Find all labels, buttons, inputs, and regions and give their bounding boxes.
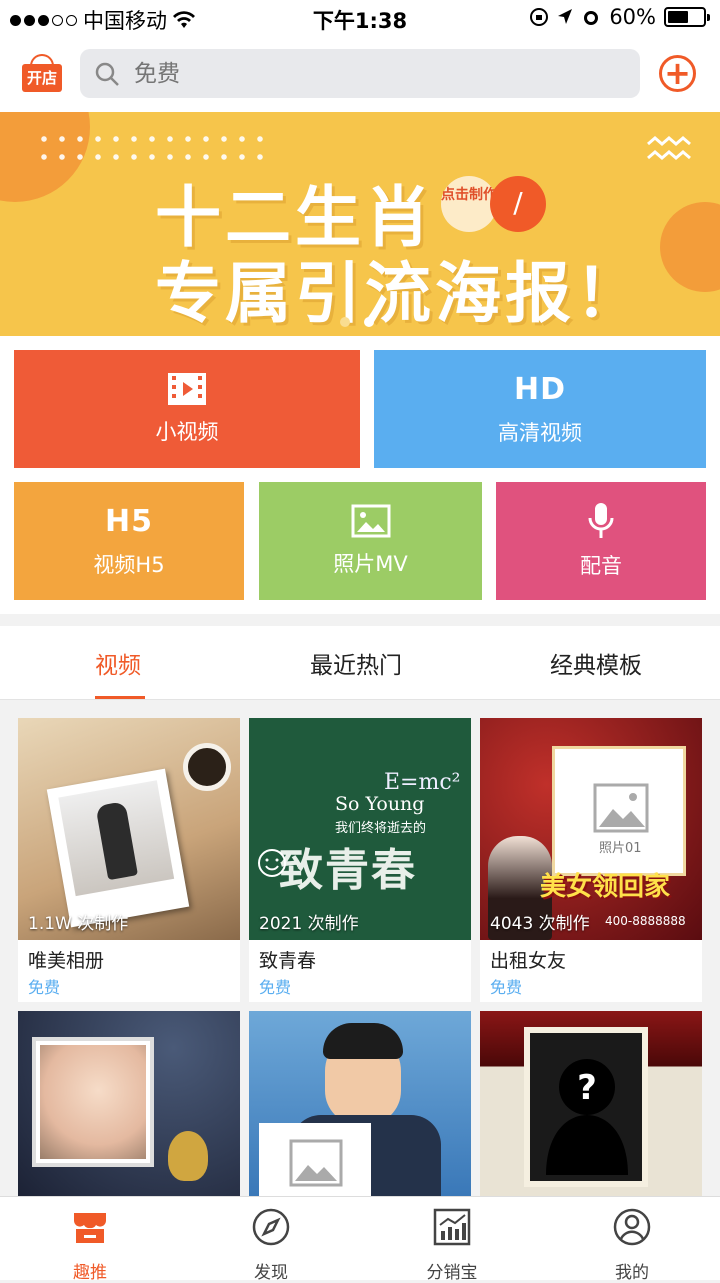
- open-shop-button[interactable]: 开店: [22, 54, 62, 92]
- tab-classic-templates[interactable]: 经典模板: [550, 646, 642, 680]
- tabbar-item-qutui[interactable]: 趣推: [40, 1207, 140, 1283]
- tabbar-item-mine[interactable]: 我的: [582, 1207, 682, 1283]
- slash-icon: /: [490, 176, 546, 232]
- feature-tiles: 小视频 HD 高清视频 H5 视频H5 照片MV 配音: [0, 336, 720, 614]
- banner-pagination: [340, 317, 374, 327]
- chart-icon: [433, 1208, 471, 1246]
- card-price: 免费: [28, 978, 61, 997]
- alarm-icon: [584, 11, 599, 25]
- tabbar-label: 发现: [254, 1263, 288, 1283]
- tile-video-h5[interactable]: H5 视频H5: [14, 482, 244, 600]
- page-dot-active: [364, 317, 374, 327]
- card-thumbnail: E=mc² So Young 我们终将逝去的 致青春 2021 次制作: [249, 718, 471, 940]
- usage-count: 2021 次制作: [259, 914, 359, 934]
- search-icon: [95, 62, 119, 86]
- tabbar-label: 我的: [615, 1263, 649, 1283]
- hd-icon: HD: [513, 371, 566, 407]
- photo-label: 照片01: [599, 841, 642, 856]
- film-icon: [168, 373, 206, 405]
- art-phone: 400-8888888: [605, 914, 686, 928]
- rotation-lock-icon: [530, 8, 549, 26]
- tile-hd-video[interactable]: HD 高清视频: [374, 350, 706, 468]
- tile-short-video[interactable]: 小视频: [14, 350, 360, 468]
- tab-video[interactable]: 视频: [95, 646, 141, 680]
- tile-label: 照片MV: [333, 552, 408, 576]
- tile-label: 高清视频: [498, 420, 582, 445]
- user-icon: [613, 1208, 651, 1246]
- promo-banner[interactable]: 十二生肖 专属引流海报！ 点击制作 /: [0, 112, 720, 336]
- template-card[interactable]: [18, 1011, 240, 1196]
- image-placeholder-icon: [289, 1139, 343, 1187]
- banner-subheadline: 专属引流海报！: [155, 255, 645, 332]
- tile-label: 视频H5: [93, 552, 165, 577]
- bottom-tab-bar: 趣推 发现 分销宝 我的: [0, 1196, 720, 1283]
- tile-photo-mv[interactable]: 照片MV: [259, 482, 482, 600]
- tab-indicator: [95, 696, 145, 699]
- tabbar-label: 趣推: [73, 1263, 107, 1283]
- add-button[interactable]: +: [659, 55, 696, 92]
- smiley-icon: [258, 849, 286, 877]
- tabbar-item-discover[interactable]: 发现: [221, 1207, 321, 1283]
- template-card[interactable]: [249, 1011, 471, 1196]
- tabbar-item-distribution[interactable]: 分销宝: [402, 1207, 502, 1283]
- category-tabs: 视频 最近热门 经典模板: [0, 626, 720, 700]
- wave-icon: [647, 136, 691, 160]
- battery-icon: [664, 7, 710, 27]
- usage-count: 1.1W 次制作: [28, 914, 129, 934]
- status-bar: 中国移动 下午1:38 60%: [0, 0, 720, 36]
- card-price: 免费: [259, 978, 292, 997]
- card-title: 唯美相册: [28, 950, 105, 972]
- h5-icon: H5: [105, 503, 153, 539]
- unknown-person-icon: ?: [546, 1059, 628, 1175]
- card-title: 致青春: [259, 950, 317, 972]
- location-icon: [558, 9, 573, 24]
- art-title: 致青春: [279, 845, 417, 896]
- card-title: 出租女友: [490, 950, 567, 972]
- svg-text:?: ?: [577, 1068, 597, 1108]
- template-card[interactable]: ?: [480, 1011, 702, 1196]
- store-icon: [74, 1213, 106, 1243]
- card-price: 免费: [490, 978, 523, 997]
- compass-icon: [252, 1208, 290, 1246]
- art-formula: E=mc²: [384, 770, 461, 795]
- template-card[interactable]: E=mc² So Young 我们终将逝去的 致青春 2021 次制作 致青春 …: [249, 718, 471, 1002]
- art-title-en: So Young: [335, 793, 425, 815]
- battery-percent: 60%: [609, 5, 656, 29]
- microphone-icon: [588, 503, 614, 538]
- banner-cta-badge: 点击制作: [441, 176, 497, 232]
- art-slogan: 美女领回家: [540, 872, 671, 902]
- banner-decor-circle: [660, 202, 720, 292]
- tabbar-label: 分销宝: [426, 1263, 478, 1283]
- usage-count: 4043 次制作: [490, 914, 590, 934]
- tile-label: 小视频: [155, 420, 219, 444]
- tile-dubbing[interactable]: 配音: [496, 482, 706, 600]
- top-header: 开店 +: [0, 36, 720, 112]
- card-thumbnail: 照片01 美女领回家 400-8888888 4043 次制作: [480, 718, 702, 940]
- template-card[interactable]: 照片01 美女领回家 400-8888888 4043 次制作 出租女友 免费: [480, 718, 702, 1002]
- page-dot: [340, 317, 350, 327]
- search-input[interactable]: [132, 59, 612, 88]
- tab-recent-hot[interactable]: 最近热门: [310, 646, 402, 680]
- open-shop-label: 开店: [22, 64, 62, 92]
- card-thumbnail: 1.1W 次制作: [18, 718, 240, 940]
- search-bar[interactable]: [80, 49, 640, 98]
- image-placeholder-icon: [593, 783, 649, 833]
- tile-label: 配音: [580, 554, 622, 578]
- template-card[interactable]: 1.1W 次制作 唯美相册 免费: [18, 718, 240, 1002]
- photo-icon: [351, 504, 390, 538]
